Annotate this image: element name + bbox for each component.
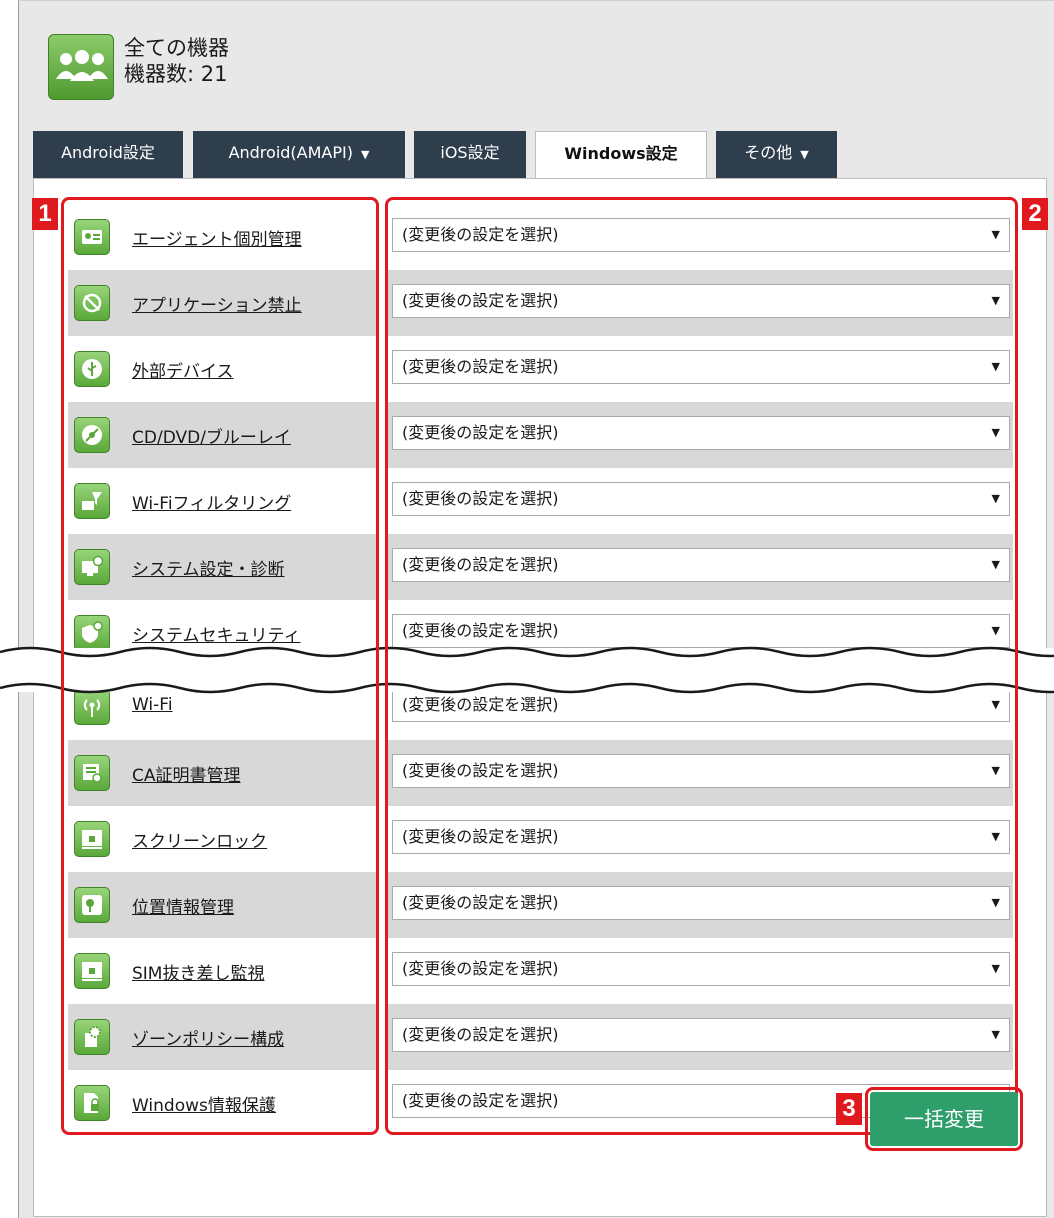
callout-badge-2: 2 <box>1022 198 1048 230</box>
callout-badge-3: 3 <box>836 1093 862 1125</box>
callout-box-setting-names <box>61 197 379 1135</box>
tab-other[interactable]: その他 ▼ <box>716 131 837 179</box>
tab-ios-settings[interactable]: iOS設定 <box>414 131 526 179</box>
callout-box-bulk-change <box>865 1087 1023 1151</box>
tab-android-amapi[interactable]: Android(AMAPI) ▼ <box>193 131 405 179</box>
tab-android-settings[interactable]: Android設定 <box>33 131 183 179</box>
chevron-down-icon: ▼ <box>800 148 809 161</box>
page-title: 全ての機器 <box>124 36 229 60</box>
callout-badge-1: 1 <box>32 198 58 230</box>
device-count: 機器数: 21 <box>124 62 228 86</box>
chevron-down-icon: ▼ <box>360 148 370 161</box>
callout-box-setting-selects <box>385 197 1018 1135</box>
tab-windows-settings[interactable]: Windows設定 <box>535 131 707 184</box>
devices-group-icon <box>48 34 114 100</box>
